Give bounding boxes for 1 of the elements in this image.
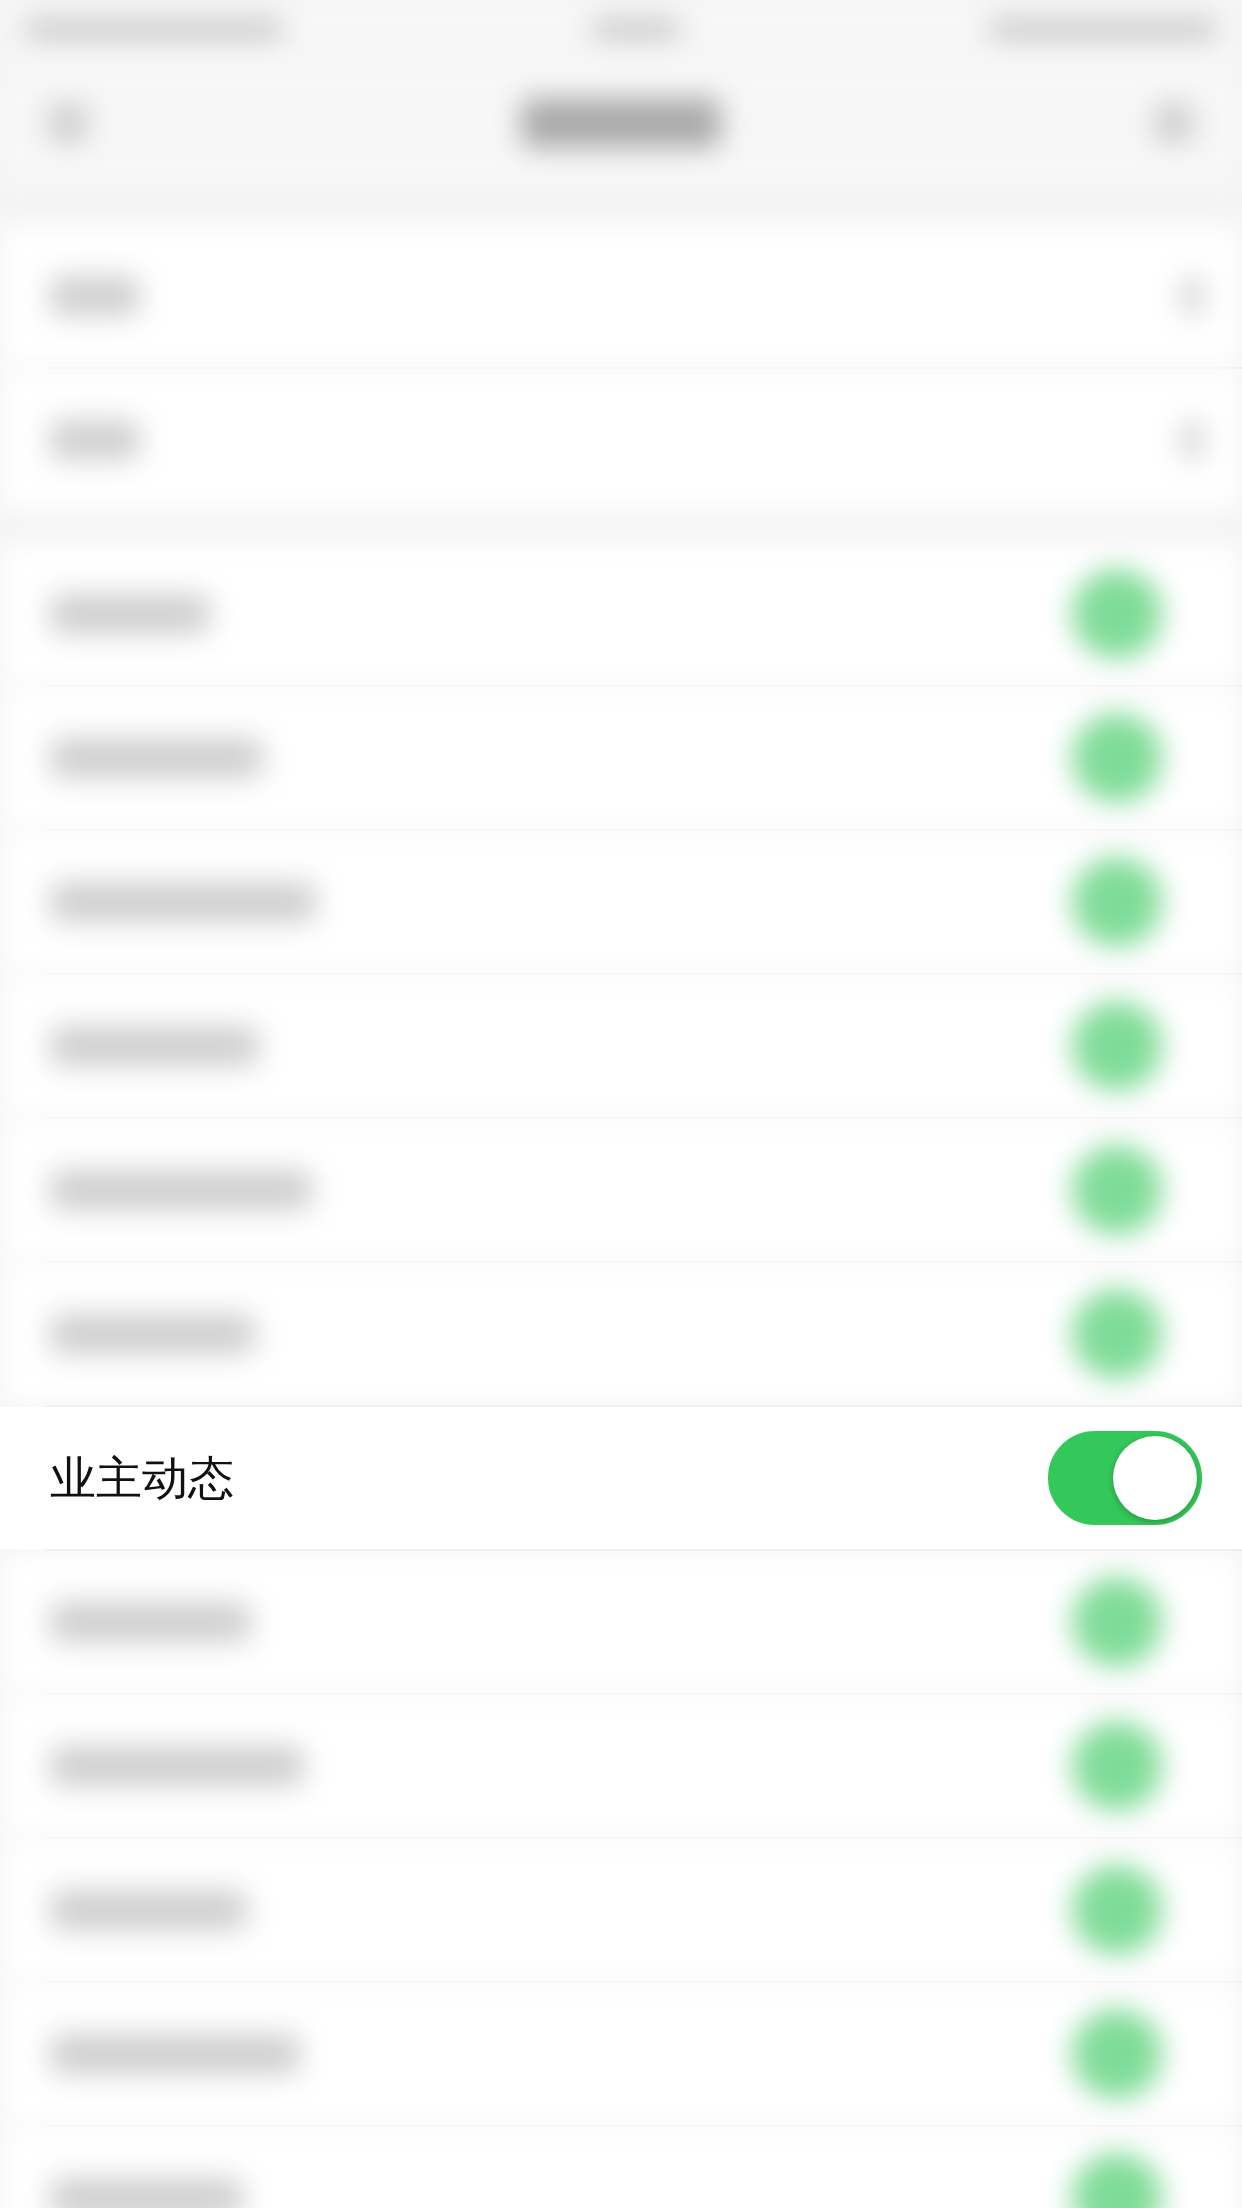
row-label: 业主动态 xyxy=(50,1449,234,1507)
